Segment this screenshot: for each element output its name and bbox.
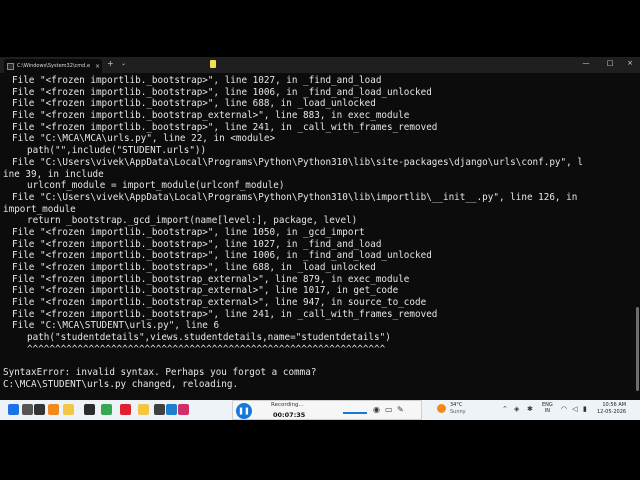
explorer-icon[interactable] [138,404,149,415]
sun-icon[interactable] [437,404,446,413]
terminal-line: File "C:\Users\vivek\AppData\Local\Progr… [12,191,578,203]
search-icon[interactable] [22,404,33,415]
tab-title: C:\Windows\System32\cmd.e [17,63,91,69]
terminal-line: File "<frozen importlib._bootstrap_exter… [12,297,427,309]
region-code: IN [544,408,550,414]
clock-date: 12-05-2026 [597,409,627,415]
terminal-line: urlconf_module = import_module(urlconf_m… [27,180,285,192]
terminal-line: File "<frozen importlib._bootstrap>", li… [12,238,382,250]
recording-time: 00:07:35 [273,411,306,419]
minimize-button[interactable]: — [576,59,596,67]
opera-icon[interactable] [120,404,131,415]
terminal-line: File "<frozen importlib._bootstrap>", li… [12,226,365,238]
terminal-line: File "<frozen importlib._bootstrap_exter… [12,110,410,122]
chrome-icon[interactable] [101,404,112,415]
terminal-line: File "C:\Users\vivek\AppData\Local\Progr… [12,156,583,168]
new-tab-button[interactable]: + [107,59,114,68]
terminal-line: C:\MCA\STUDENT\urls.py changed, reloadin… [3,378,239,390]
terminal-line: File "C:\MCA\MCA\urls.py", line 22, in <… [12,133,276,145]
terminal-line: ine 39, in include [3,168,104,180]
pause-recording-button[interactable]: ❚❚ [236,403,252,419]
edge-icon[interactable] [166,404,177,415]
bluetooth-icon[interactable]: ✱ [527,405,533,413]
terminal-line: File "<frozen importlib._bootstrap_exter… [12,273,410,285]
terminal-output[interactable]: File "<frozen importlib._bootstrap>", li… [0,75,640,395]
cmd-icon [7,62,14,70]
terminal-line: File "<frozen importlib._bootstrap>", li… [12,75,382,86]
language-indicator[interactable]: ENG IN [542,402,553,414]
weather-desc[interactable]: Sunny [450,409,466,415]
terminal-line: File "<frozen importlib._bootstrap>", li… [12,308,438,320]
vpn-icon[interactable] [178,404,189,415]
clock-time: 10:56 AM [602,402,627,408]
cmd-icon[interactable] [154,404,165,415]
clock[interactable]: 10:56 AM 12-05-2026 [597,402,626,416]
terminal-line: ^^^^^^^^^^^^^^^^^^^^^^^^^^^^^^^^^^^^^^^^… [27,343,386,355]
scrollbar[interactable] [636,307,639,391]
terminal-line: path("",include("STUDENT.urls")) [27,145,207,157]
terminal-line: File "<frozen importlib._bootstrap>", li… [12,262,376,273]
wifi-icon[interactable]: ◠ [561,405,567,413]
close-button[interactable]: × [620,59,640,67]
volume-icon[interactable]: ◁ [572,405,577,413]
terminal-line: File "<frozen importlib._bootstrap>", li… [12,121,438,133]
webcam-icon[interactable]: ▭ [385,405,393,414]
network-icon[interactable]: ◈ [514,405,519,413]
pen-icon[interactable]: ✎ [397,405,404,414]
task-view-icon[interactable] [34,404,45,415]
sublime-icon[interactable] [48,404,59,415]
terminal-line: File "<frozen importlib._bootstrap>", li… [12,86,432,98]
screen: C:\Windows\System32\cmd.e × + ⌄ — □ × Fi… [0,57,640,420]
start-icon[interactable] [8,404,19,415]
chevron-up-icon[interactable]: ⌃ [502,405,508,413]
terminal-line: import_module [3,203,76,215]
taskbar: ❚❚ Recording... 00:07:35 ◉ ▭ ✎ 34°C Sunn… [0,400,640,420]
tab-close-icon[interactable]: × [95,63,100,70]
maximize-button[interactable]: □ [600,59,620,67]
terminal-line: File "C:\MCA\STUDENT\urls.py", line 6 [12,320,220,332]
recording-widget: ❚❚ Recording... 00:07:35 ◉ ▭ ✎ [232,400,422,420]
mic-icon[interactable]: ◉ [373,405,380,414]
chevron-down-icon[interactable]: ⌄ [121,60,126,67]
window-titlebar: C:\Windows\System32\cmd.e × + ⌄ — □ × [0,57,640,73]
audio-level-bar [343,412,367,414]
terminal-line: File "<frozen importlib._bootstrap_exter… [12,285,399,297]
terminal-icon[interactable] [84,404,95,415]
terminal-line: File "<frozen importlib._bootstrap>", li… [12,98,376,110]
terminal-line: path("studentdetails",views.studentdetai… [27,332,391,344]
terminal-line: SyntaxError: invalid syntax. Perhaps you… [3,367,317,379]
weather-temp[interactable]: 34°C [450,402,462,408]
mouse-cursor-icon [210,60,216,68]
recording-label: Recording... [271,402,304,408]
battery-icon[interactable]: ▮ [583,405,587,413]
files-icon[interactable] [63,404,74,415]
terminal-line: File "<frozen importlib._bootstrap>", li… [12,250,432,262]
terminal-line: return _bootstrap._gcd_import(name[level… [27,215,358,227]
tab-cmd[interactable]: C:\Windows\System32\cmd.e × [4,59,102,73]
